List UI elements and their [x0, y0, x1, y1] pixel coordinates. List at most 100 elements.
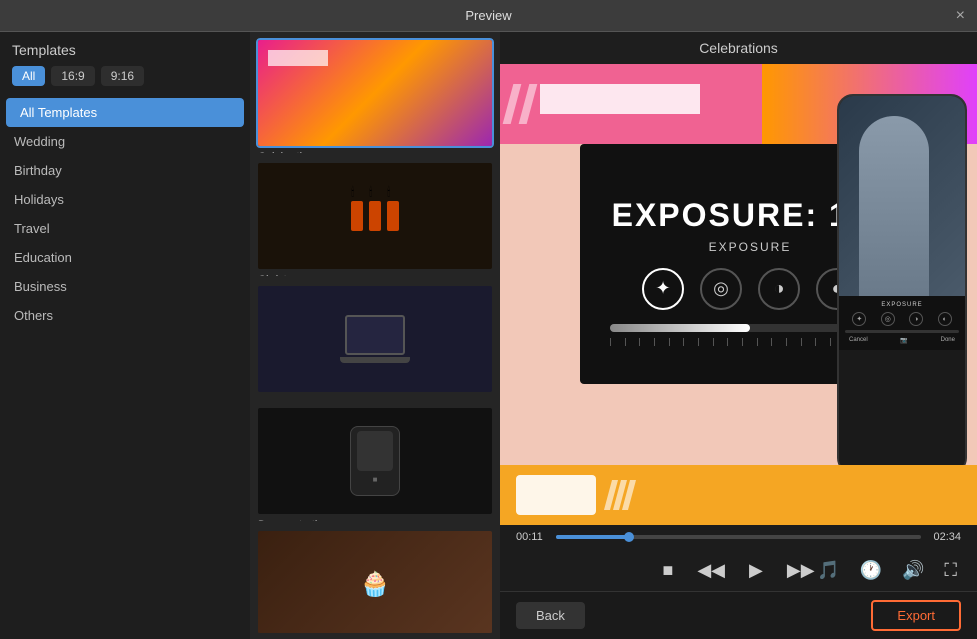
current-time: 00:11: [516, 531, 548, 543]
phone-icon-3[interactable]: ◑: [909, 312, 923, 326]
category-item-all-templates[interactable]: All Templates: [6, 98, 244, 127]
candle-2: [369, 201, 381, 231]
volume-icon[interactable]: 🔊: [898, 557, 928, 583]
category-item-others[interactable]: Others: [0, 301, 250, 330]
tick: [771, 338, 772, 346]
candle-3: [387, 201, 399, 231]
thumb-christmas-label: Christmas: [256, 271, 494, 276]
celebration-visual: [258, 40, 492, 146]
phone-mini-text: ■: [373, 475, 378, 484]
close-button[interactable]: ×: [956, 8, 965, 24]
thumb-celebrations-label: Celebrations: [256, 148, 494, 153]
aspect-tab-169[interactable]: 16:9: [51, 66, 94, 86]
phone-cancel[interactable]: Cancel: [849, 337, 868, 344]
phone-mini: ■: [350, 426, 400, 496]
prev-frame-button[interactable]: ◀◀: [693, 557, 729, 583]
right-controls: 🎵 🕐 🔊 ⛶: [813, 557, 961, 583]
phone-icon-2[interactable]: ◎: [881, 312, 895, 326]
play-button[interactable]: ▶: [745, 557, 767, 583]
sidebar-header: Templates All 16:9 9:16: [0, 32, 250, 98]
phone-exposure-label: EXPOSURE: [845, 302, 959, 308]
phone-mockup: EXPOSURE ✦ ◎ ◑ ◐ Cancel: [837, 94, 967, 474]
bottom-white-shape: [516, 475, 596, 515]
tick: [727, 338, 728, 346]
thumb-demo1-img: [256, 284, 494, 394]
exposure-sub: EXPOSURE: [709, 240, 792, 254]
tick: [639, 338, 640, 346]
category-item-business[interactable]: Business: [0, 272, 250, 301]
phone-mini-screen: [357, 431, 393, 471]
demo2-visual: ■: [258, 408, 492, 514]
phone-icon-1[interactable]: ✦: [852, 312, 866, 326]
progress-track[interactable]: [556, 535, 921, 539]
audio-icon[interactable]: 🎵: [813, 557, 843, 583]
top-bar-white-rect: [540, 84, 700, 114]
top-bar-left: [500, 64, 762, 144]
category-item-holidays[interactable]: Holidays: [0, 185, 250, 214]
phone-actions: Cancel 📷 Done: [845, 337, 959, 344]
phone-done[interactable]: Done: [941, 337, 955, 344]
exposure-slider-fill: [610, 324, 750, 332]
main-layout: Templates All 16:9 9:16 All Templates We…: [0, 32, 977, 639]
preview-content: EXPOSURE: 100 EXPOSURE ✦ ◎ ◑ ◐: [500, 64, 977, 591]
exposure-icons: ✦ ◎ ◑ ◐: [642, 268, 858, 310]
category-item-wedding[interactable]: Wedding: [0, 127, 250, 156]
exp-icon-contrast[interactable]: ◑: [758, 268, 800, 310]
export-button[interactable]: Export: [871, 600, 961, 631]
phone-bottom-ui: EXPOSURE ✦ ◎ ◑ ◐ Cancel: [839, 296, 965, 350]
back-button[interactable]: Back: [516, 602, 585, 629]
category-item-education[interactable]: Education: [0, 243, 250, 272]
tick: [610, 338, 611, 346]
stripe-1: [503, 84, 522, 124]
progress-fill: [556, 535, 629, 539]
sidebar-title: Templates: [12, 42, 238, 58]
person-silhouette: [859, 116, 929, 296]
phone-screen: EXPOSURE ✦ ◎ ◑ ◐ Cancel: [839, 96, 965, 472]
laptop-base: [340, 357, 410, 363]
laptop-screen: [345, 315, 405, 355]
tick: [786, 338, 787, 346]
category-list: All Templates Wedding Birthday Holidays …: [0, 98, 250, 639]
exp-icon-magic[interactable]: ✦: [642, 268, 684, 310]
progress-thumb: [624, 532, 634, 542]
tick: [815, 338, 816, 346]
tick: [830, 338, 831, 346]
thumb-celebrations[interactable]: Celebrations: [256, 38, 494, 153]
tick: [625, 338, 626, 346]
thumb-demo2-label: Demonstration: [256, 516, 494, 521]
tick: [757, 338, 758, 346]
fullscreen-icon[interactable]: ⛶: [940, 557, 961, 583]
sidebar: Templates All 16:9 9:16 All Templates We…: [0, 32, 250, 639]
candles: [351, 201, 399, 231]
thumb-demo1-label: Demonstration: [256, 394, 494, 399]
aspect-tabs: All 16:9 9:16: [12, 66, 238, 86]
playback-bar: 00:11 02:34: [500, 525, 977, 549]
action-bar: Back Export: [500, 591, 977, 639]
bottom-stripe: [608, 475, 648, 515]
exp-icon-circle[interactable]: ◎: [700, 268, 742, 310]
stop-button[interactable]: ■: [658, 557, 677, 583]
tick: [713, 338, 714, 346]
thumb-demo1[interactable]: Demonstration: [256, 284, 494, 399]
thumb-celebrations-img: [256, 38, 494, 148]
christmas-visual: [258, 163, 492, 269]
thumb-christmas-img: [256, 161, 494, 271]
clock-icon[interactable]: 🕐: [856, 557, 886, 583]
top-bar-stripes: [508, 84, 538, 134]
candle-1: [351, 201, 363, 231]
category-item-birthday[interactable]: Birthday: [0, 156, 250, 185]
phone-icon-4[interactable]: ◐: [938, 312, 952, 326]
controls-bar: ■ ◀◀ ▶ ▶▶ 🎵 🕐 🔊 ⛶: [500, 549, 977, 591]
tick: [698, 338, 699, 346]
tick: [683, 338, 684, 346]
title-bar: Preview ×: [0, 0, 977, 32]
thumb-food-img: 🧁: [256, 529, 494, 633]
phone-video-icon: 📷: [900, 337, 907, 344]
aspect-tab-all[interactable]: All: [12, 66, 45, 86]
thumb-christmas[interactable]: Christmas: [256, 161, 494, 276]
aspect-tab-916[interactable]: 9:16: [101, 66, 144, 86]
thumb-food[interactable]: 🧁: [256, 529, 494, 633]
thumb-demo2[interactable]: ■ Demonstration: [256, 406, 494, 521]
category-item-travel[interactable]: Travel: [0, 214, 250, 243]
tick: [654, 338, 655, 346]
